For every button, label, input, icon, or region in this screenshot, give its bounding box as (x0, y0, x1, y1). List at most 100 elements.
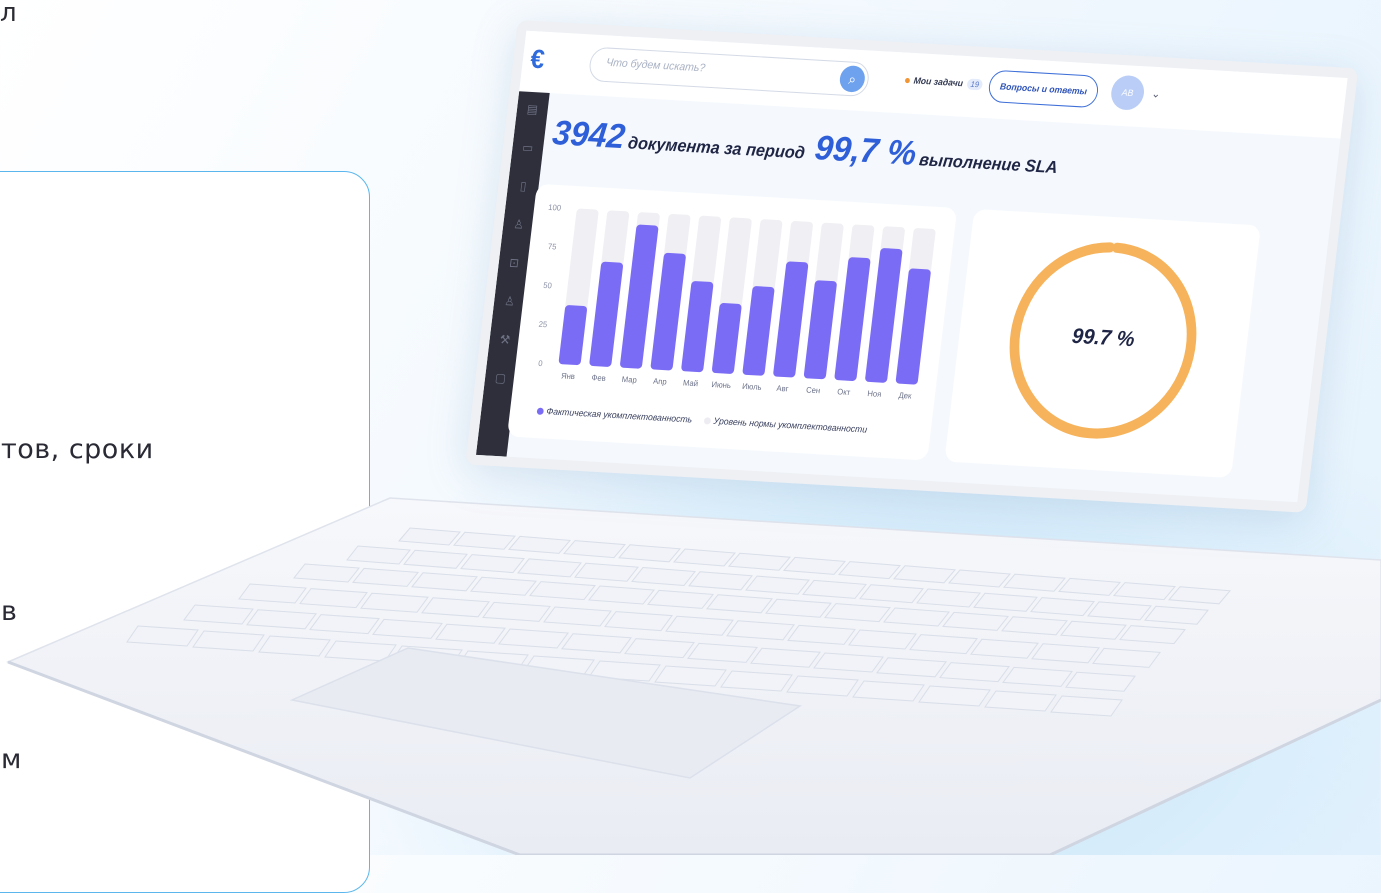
keyboard-key (750, 647, 821, 668)
docs-count: 3942 (550, 113, 628, 157)
actual-bar[interactable] (650, 252, 686, 371)
scan-icon[interactable]: ⊡ (507, 255, 522, 270)
keyboard-key (786, 675, 859, 697)
actual-bar[interactable] (589, 261, 624, 367)
keyboard-key (720, 670, 793, 692)
x-tick-label: Май (683, 378, 699, 388)
y-tick-label: 25 (538, 320, 548, 330)
x-tick-label: Июнь (711, 380, 731, 390)
legend-label-norm: Уровень нормы укомплектованности (713, 415, 868, 435)
x-tick-label: Авг (776, 384, 789, 394)
avatar[interactable]: АВ (1109, 74, 1146, 111)
y-tick-label: 0 (538, 359, 544, 368)
x-tick-label: Янв (561, 371, 576, 381)
logo-icon[interactable]: € (529, 43, 557, 74)
x-tick-label: Мар (621, 375, 638, 385)
keyboard-key (309, 614, 380, 635)
tools-icon[interactable]: ⚒ (498, 332, 513, 347)
faq-button[interactable]: Вопросы и ответы (987, 69, 1100, 109)
keyboard-key (909, 634, 978, 655)
x-tick-label: Фев (591, 373, 606, 383)
keyboard-key (482, 601, 551, 622)
keyboard-key (787, 624, 856, 645)
actual-bar[interactable] (681, 281, 714, 373)
keyboard-key (561, 633, 632, 654)
search-box: ⌕ (587, 46, 871, 98)
x-tick-label: Дек (898, 391, 912, 401)
page-headline: 3942документа за период 99,7 %выполнение … (550, 114, 1070, 183)
my-tasks-label: Мои задачи (913, 75, 964, 89)
chevron-down-icon[interactable]: ⌄ (1151, 87, 1161, 101)
user-add-icon[interactable]: ♙ (511, 217, 526, 232)
keyboard-key (852, 680, 925, 702)
user-settings-icon[interactable]: ♙ (502, 294, 517, 309)
my-tasks-link[interactable]: Мои задачи 19 (904, 75, 984, 91)
keyboard-key (970, 638, 1039, 659)
actual-bar[interactable] (773, 261, 809, 378)
keyboard-key (258, 635, 331, 657)
actual-bar[interactable] (712, 303, 742, 374)
search-input[interactable] (603, 55, 829, 83)
sla-label: выполнение SLA (918, 149, 1059, 178)
bar-chart-card: 0 25 50 75 100 Янв Фев Мар Апр Май Июнь Июль Авг Сен О… (507, 183, 958, 461)
keyboard-key (183, 604, 254, 625)
keyboard-key (624, 638, 695, 659)
tasks-count-badge: 19 (966, 78, 984, 91)
keyboard-key (299, 588, 368, 609)
keyboard-key (1002, 666, 1073, 687)
keyboard-key (726, 620, 795, 641)
keyboard-key (498, 628, 569, 649)
keyboard-key (246, 609, 317, 630)
keyboard-key (372, 618, 443, 639)
x-tick-label: Сен (806, 385, 821, 395)
keyboard-key (665, 615, 734, 636)
keyboard-key (1065, 671, 1136, 692)
actual-bar[interactable] (558, 305, 588, 366)
keyboard-key (238, 583, 307, 604)
keyboard-key (876, 657, 947, 678)
keyboard-key (1092, 647, 1161, 668)
keyboard-key (918, 685, 991, 707)
keyboard-key (654, 665, 727, 687)
sla-value: 99,7 % (812, 128, 919, 173)
document-icon[interactable]: ▤ (525, 102, 540, 117)
file-icon[interactable]: ▯ (516, 179, 531, 194)
keyboard-key (192, 630, 265, 652)
y-tick-label: 100 (548, 203, 562, 213)
keyboard-key (687, 642, 758, 663)
y-tick-label: 50 (543, 281, 553, 291)
legend-swatch-actual (536, 407, 545, 416)
keyboard-key (421, 597, 490, 618)
keyboard-key (813, 652, 884, 673)
keyboard-key (435, 623, 506, 644)
chat-icon[interactable]: ▭ (520, 140, 535, 155)
keyboard-key (939, 662, 1010, 683)
keyboard-key (126, 625, 199, 647)
docs-label: документа за период (626, 133, 807, 163)
keyboard-key (360, 592, 429, 613)
actual-bar[interactable] (895, 268, 931, 385)
x-tick-label: Ноя (867, 389, 882, 399)
actual-bar[interactable] (742, 286, 775, 376)
keyboard-key (604, 611, 673, 632)
keyboard-key (1031, 643, 1100, 664)
legend-label-actual: Фактическая укомплектованность (545, 406, 693, 425)
actual-bar[interactable] (620, 224, 659, 369)
calendar-icon[interactable]: ▢ (493, 371, 508, 386)
keyboard-key (984, 690, 1057, 712)
actual-bar[interactable] (834, 257, 871, 381)
app-window: € ⌕ Мои задачи19 Вопросы и ответы АВ ⌄ ▤… (465, 20, 1359, 513)
legend-swatch-norm (703, 417, 712, 425)
keyboard-key (543, 606, 612, 627)
search-icon[interactable]: ⌕ (838, 65, 867, 93)
laptop-screen: € ⌕ Мои задачи19 Вопросы и ответы АВ ⌄ ▤… (400, 20, 1380, 540)
keyboard-key (848, 629, 917, 650)
x-tick-label: Окт (837, 387, 851, 397)
actual-bar[interactable] (803, 280, 837, 380)
actual-bar[interactable] (865, 248, 903, 383)
bar-chart: 0 25 50 75 100 Янв Фев Мар Апр Май Июнь Июль Авг Сен О… (538, 203, 936, 401)
keyboard-key (1050, 695, 1123, 717)
x-tick-label: Апр (653, 377, 668, 387)
y-tick-label: 75 (547, 242, 557, 252)
x-tick-label: Июль (742, 382, 763, 392)
